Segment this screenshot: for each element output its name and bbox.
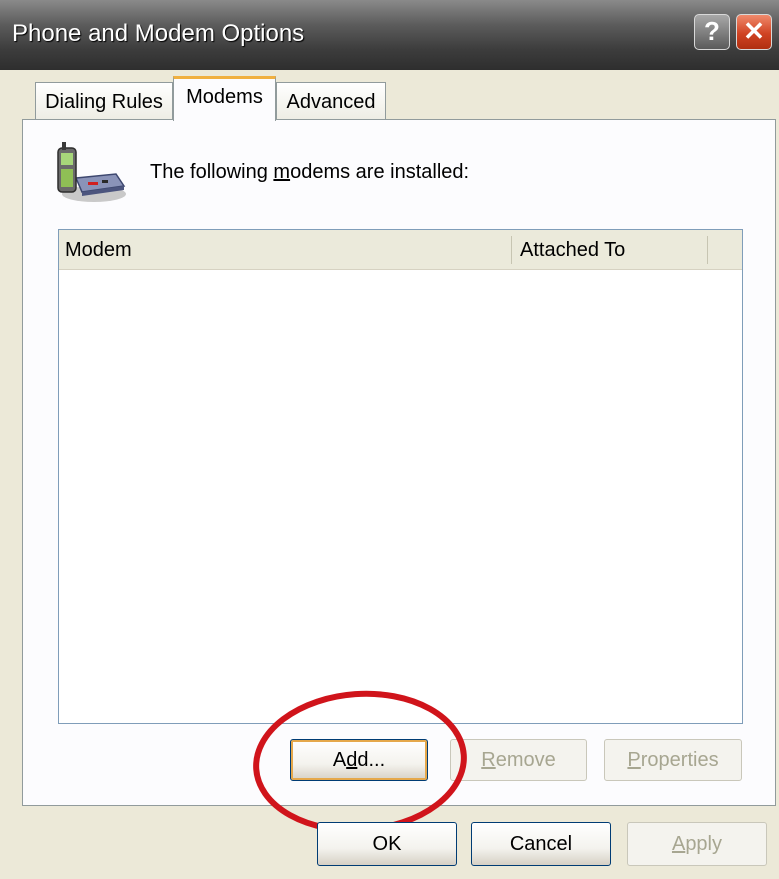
- phone-and-modem-options-dialog: Phone and Modem Options ? ✕ Dialing Rule…: [0, 0, 779, 879]
- properties-button[interactable]: Properties: [604, 739, 742, 781]
- apply-button[interactable]: Apply: [627, 822, 767, 866]
- add-button[interactable]: Add...: [290, 739, 428, 781]
- close-icon[interactable]: ✕: [736, 14, 772, 50]
- tab-modems[interactable]: Modems: [173, 76, 276, 121]
- ok-button[interactable]: OK: [317, 822, 457, 866]
- column-header-attached-to[interactable]: Attached To: [520, 239, 625, 262]
- list-header: Modem Attached To: [59, 230, 742, 270]
- column-header-modem[interactable]: Modem: [65, 239, 132, 262]
- modems-list[interactable]: Modem Attached To: [58, 229, 743, 724]
- tab-dialing-rules[interactable]: Dialing Rules: [35, 82, 173, 120]
- help-icon[interactable]: ?: [694, 14, 730, 50]
- phone-modem-icon: [57, 142, 126, 202]
- cancel-button[interactable]: Cancel: [471, 822, 611, 866]
- column-divider[interactable]: [511, 236, 512, 264]
- title-bar[interactable]: Phone and Modem Options ? ✕: [0, 0, 779, 70]
- tab-advanced[interactable]: Advanced: [276, 82, 386, 120]
- column-divider[interactable]: [707, 236, 708, 264]
- installed-modems-label: The following modems are installed:: [150, 161, 470, 183]
- window-title: Phone and Modem Options: [12, 20, 305, 47]
- remove-button[interactable]: Remove: [450, 739, 587, 781]
